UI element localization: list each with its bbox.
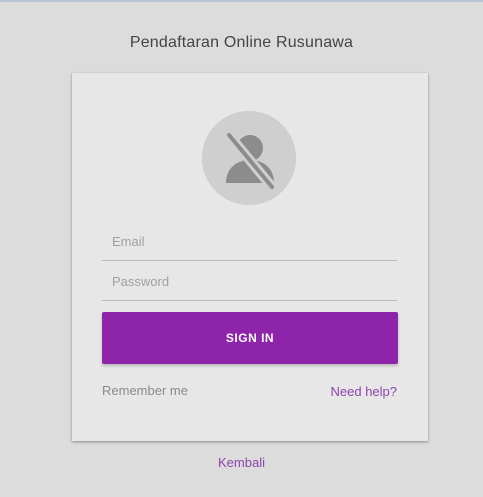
login-card: SIGN IN Remember me Need help? <box>72 73 428 441</box>
page-title: Pendaftaran Online Rusunawa <box>129 34 354 51</box>
kembali-link[interactable]: Kembali <box>0 455 483 470</box>
top-divider <box>0 0 483 2</box>
password-field[interactable] <box>102 263 397 301</box>
kembali-link-label[interactable]: Kembali <box>218 455 265 470</box>
need-help-link[interactable]: Need help? <box>331 384 398 399</box>
user-off-icon <box>202 111 296 205</box>
sign-in-button[interactable]: SIGN IN <box>102 312 398 364</box>
email-field[interactable] <box>102 223 397 261</box>
user-off-icon-graphic <box>202 111 296 205</box>
remember-me-label[interactable]: Remember me <box>102 383 188 398</box>
